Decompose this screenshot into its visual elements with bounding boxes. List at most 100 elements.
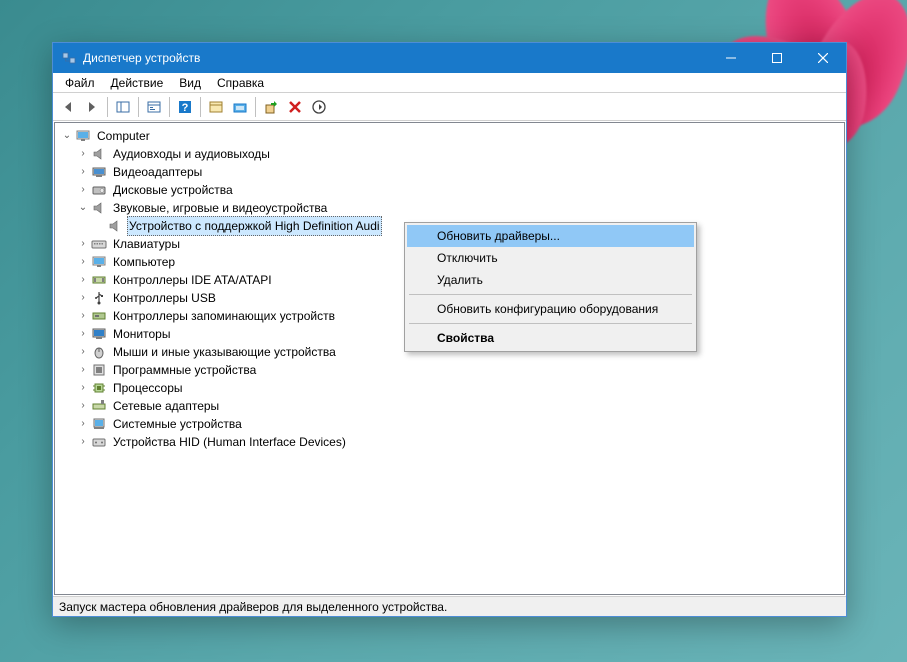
minimize-button[interactable] — [708, 43, 754, 73]
keyboard-icon — [91, 236, 107, 252]
ctx-update-drivers[interactable]: Обновить драйверы... — [407, 225, 694, 247]
tree-label: Устройства HID (Human Interface Devices) — [111, 433, 348, 451]
expander-icon[interactable]: › — [75, 433, 91, 451]
speaker-icon — [91, 146, 107, 162]
expander-icon[interactable]: › — [75, 181, 91, 199]
update-driver-button[interactable] — [260, 96, 282, 118]
close-button[interactable] — [800, 43, 846, 73]
expander-icon[interactable]: › — [75, 289, 91, 307]
menu-file[interactable]: Файл — [57, 74, 103, 92]
ctx-separator — [409, 294, 692, 295]
storage-controller-icon — [91, 308, 107, 324]
toolbar-separator — [169, 97, 170, 117]
expander-icon[interactable]: › — [75, 163, 91, 181]
back-button[interactable] — [57, 96, 79, 118]
disk-icon — [91, 182, 107, 198]
expander-icon[interactable]: ⌄ — [59, 127, 75, 145]
ctx-properties-label: Свойства — [437, 331, 494, 345]
expander-icon[interactable]: › — [75, 235, 91, 253]
disable-button[interactable] — [308, 96, 330, 118]
tree-node-audio-io[interactable]: › Аудиовходы и аудиовыходы — [55, 145, 844, 163]
tree-node-hid-devices[interactable]: › Устройства HID (Human Interface Devices… — [55, 433, 844, 451]
tree-node-root[interactable]: ⌄ Computer — [55, 127, 844, 145]
menu-help[interactable]: Справка — [209, 74, 272, 92]
forward-button[interactable] — [81, 96, 103, 118]
ctx-separator — [409, 323, 692, 324]
uninstall-button[interactable] — [284, 96, 306, 118]
tree-label: Контроллеры USB — [111, 289, 218, 307]
menu-action[interactable]: Действие — [103, 74, 172, 92]
expander-icon[interactable]: › — [75, 145, 91, 163]
expander-icon[interactable]: › — [75, 325, 91, 343]
ctx-properties[interactable]: Свойства — [407, 327, 694, 349]
context-menu: Обновить драйверы... Отключить Удалить О… — [404, 222, 697, 352]
menu-view[interactable]: Вид — [171, 74, 209, 92]
tree-label: Контроллеры IDE ATA/ATAPI — [111, 271, 274, 289]
show-hide-console-tree-button[interactable] — [112, 96, 134, 118]
expander-icon[interactable]: › — [75, 415, 91, 433]
tree-label: Программные устройства — [111, 361, 258, 379]
titlebar[interactable]: Диспетчер устройств — [53, 43, 846, 73]
processor-icon — [91, 380, 107, 396]
controller-icon — [91, 272, 107, 288]
tree-label: Мыши и иные указывающие устройства — [111, 343, 338, 361]
tree-label: Компьютер — [111, 253, 177, 271]
window-title: Диспетчер устройств — [83, 51, 708, 65]
maximize-button[interactable] — [754, 43, 800, 73]
tree-node-network-adapters[interactable]: › Сетевые адаптеры — [55, 397, 844, 415]
tree-label: Системные устройства — [111, 415, 244, 433]
tree-node-disk-devices[interactable]: › Дисковые устройства — [55, 181, 844, 199]
action-properties-button[interactable] — [205, 96, 227, 118]
speaker-icon — [91, 200, 107, 216]
expander-icon[interactable]: ⌄ — [75, 199, 91, 217]
status-text: Запуск мастера обновления драйверов для … — [59, 600, 447, 614]
usb-icon — [91, 290, 107, 306]
tree-label: Видеоадаптеры — [111, 163, 204, 181]
toolbar-separator — [200, 97, 201, 117]
computer-icon — [91, 254, 107, 270]
tree-pane[interactable]: ⌄ Computer › Аудиовходы и аудиовыходы › Вид… — [54, 122, 845, 595]
scan-hardware-button[interactable] — [229, 96, 251, 118]
expander-icon[interactable]: › — [75, 271, 91, 289]
tree-node-software-devices[interactable]: › Программные устройства — [55, 361, 844, 379]
mouse-icon — [91, 344, 107, 360]
tree-label: Процессоры — [111, 379, 185, 397]
tree-label: Клавиатуры — [111, 235, 182, 253]
help-button[interactable]: ? — [174, 96, 196, 118]
software-device-icon — [91, 362, 107, 378]
app-icon — [61, 50, 77, 66]
tree-node-system-devices[interactable]: › Системные устройства — [55, 415, 844, 433]
ctx-scan-hardware[interactable]: Обновить конфигурацию оборудования — [407, 298, 694, 320]
expander-icon[interactable]: › — [75, 397, 91, 415]
system-device-icon — [91, 416, 107, 432]
tree-label: Сетевые адаптеры — [111, 397, 221, 415]
tree-node-processors[interactable]: › Процессоры — [55, 379, 844, 397]
tree-label: Computer — [95, 127, 152, 145]
expander-icon[interactable]: › — [75, 253, 91, 271]
toolbar-separator — [138, 97, 139, 117]
expander-icon[interactable]: › — [75, 307, 91, 325]
tree-label-selected: Устройство с поддержкой High Definition … — [127, 216, 382, 236]
properties-button[interactable] — [143, 96, 165, 118]
tree-label: Контроллеры запоминающих устройств — [111, 307, 337, 325]
hid-icon — [91, 434, 107, 450]
expander-icon[interactable]: › — [75, 361, 91, 379]
toolbar: ? — [53, 93, 846, 121]
ctx-delete[interactable]: Удалить — [407, 269, 694, 291]
tree-label: Дисковые устройства — [111, 181, 235, 199]
tree-node-video-adapters[interactable]: › Видеоадаптеры — [55, 163, 844, 181]
toolbar-separator — [255, 97, 256, 117]
ctx-disable[interactable]: Отключить — [407, 247, 694, 269]
monitor-icon — [91, 326, 107, 342]
tree-label: Звуковые, игровые и видеоустройства — [111, 199, 329, 217]
display-adapter-icon — [91, 164, 107, 180]
svg-text:?: ? — [182, 102, 189, 114]
tree-node-sound-game-video[interactable]: ⌄ Звуковые, игровые и видеоустройства — [55, 199, 844, 217]
tree-label: Мониторы — [111, 325, 172, 343]
tree-label: Аудиовходы и аудиовыходы — [111, 145, 272, 163]
speaker-icon — [107, 218, 123, 234]
network-adapter-icon — [91, 398, 107, 414]
statusbar: Запуск мастера обновления драйверов для … — [53, 596, 846, 616]
expander-icon[interactable]: › — [75, 379, 91, 397]
expander-icon[interactable]: › — [75, 343, 91, 361]
